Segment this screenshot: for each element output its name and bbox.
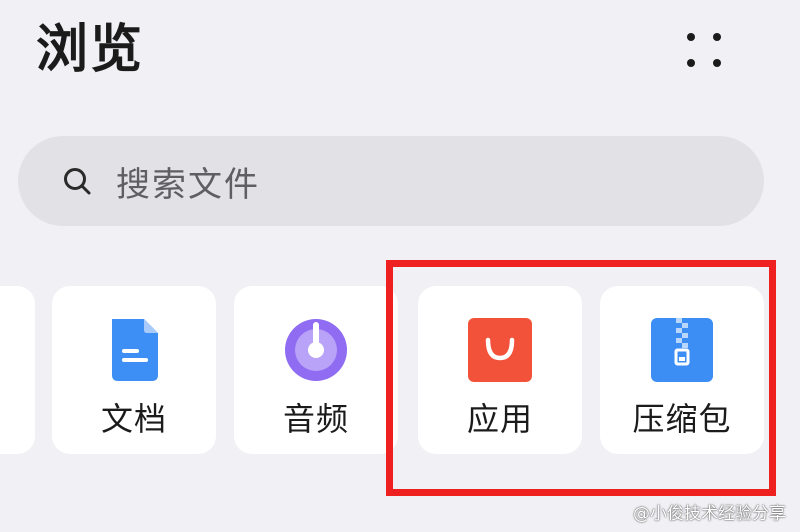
search-icon <box>62 166 92 196</box>
document-icon <box>112 319 158 381</box>
category-audio[interactable]: 音频 <box>234 286 398 454</box>
category-documents[interactable]: 文档 <box>52 286 216 454</box>
more-dots-icon <box>687 59 695 67</box>
more-dots-icon <box>713 59 721 67</box>
category-label: 音频 <box>282 400 349 438</box>
more-button[interactable] <box>676 22 732 78</box>
highlight-box <box>386 260 776 496</box>
watermark: @小俊技术经验分享 <box>633 499 786 524</box>
category-label: 文档 <box>100 400 167 438</box>
page-title: 浏览 <box>36 20 145 80</box>
search-input[interactable]: 搜索文件 <box>18 136 764 226</box>
category-card-partial[interactable] <box>0 286 35 454</box>
more-dots-icon <box>687 33 695 41</box>
audio-disc-icon <box>285 319 347 381</box>
more-dots-icon <box>713 33 721 41</box>
search-placeholder: 搜索文件 <box>116 164 260 205</box>
watermark-text: @小俊技术经验分享 <box>633 504 786 524</box>
